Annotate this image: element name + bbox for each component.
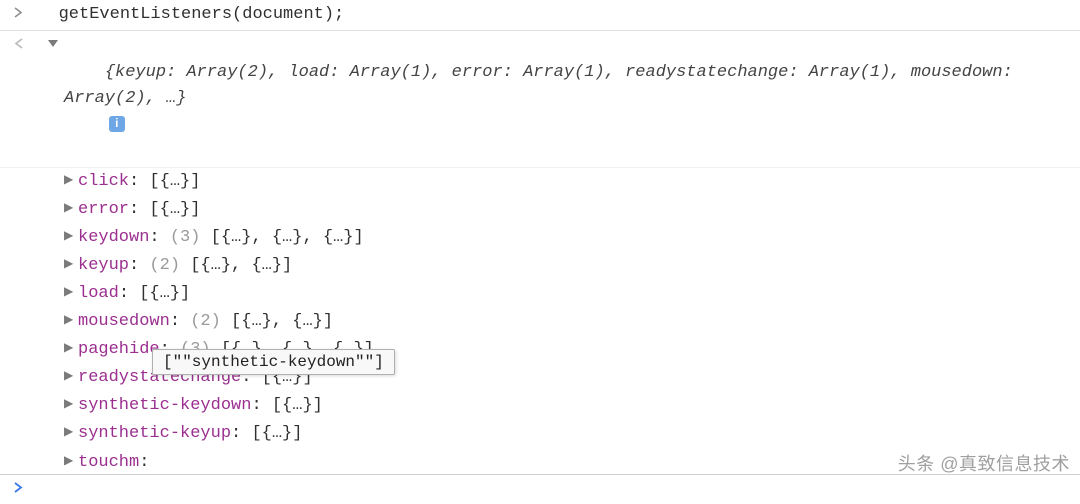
console-input-text: getEventListeners(document);: [28, 2, 1080, 28]
triangle-down-icon: [48, 40, 58, 47]
property-row[interactable]: ▶error: [{…}]: [64, 196, 1080, 224]
triangle-right-icon[interactable]: ▶: [64, 252, 78, 275]
info-badge-icon[interactable]: i: [109, 116, 125, 132]
triangle-right-icon[interactable]: ▶: [64, 308, 78, 331]
triangle-right-icon[interactable]: ▶: [64, 280, 78, 303]
property-row[interactable]: ▶synthetic-keyup: [{…}]: [64, 420, 1080, 448]
property-kv: touchm:: [78, 449, 160, 477]
object-properties-tree: ▶click: [{…}]▶error: [{…}]▶keydown: (3) …: [0, 168, 1080, 504]
console-input-row: getEventListeners(document);: [0, 0, 1080, 30]
prompt-chevron-icon: [8, 480, 28, 499]
property-row[interactable]: ▶synthetic-keydown: [{…}]: [64, 392, 1080, 420]
property-row[interactable]: ▶load: [{…}]: [64, 280, 1080, 308]
property-row[interactable]: ▶keydown: (3) [{…}, {…}, {…}]: [64, 224, 1080, 252]
property-kv: click: [{…}]: [78, 168, 200, 196]
triangle-right-icon[interactable]: ▶: [64, 196, 78, 219]
property-kv: synthetic-keydown: [{…}]: [78, 392, 323, 420]
triangle-right-icon[interactable]: ▶: [64, 224, 78, 247]
property-row[interactable]: ▶mousedown: (2) [{…}, {…}]: [64, 308, 1080, 336]
property-kv: error: [{…}]: [78, 196, 200, 224]
property-kv: load: [{…}]: [78, 280, 190, 308]
triangle-right-icon[interactable]: ▶: [64, 449, 78, 472]
output-summary[interactable]: {keyup: Array(2), load: Array(1), error:…: [64, 33, 1080, 165]
triangle-right-icon[interactable]: ▶: [64, 168, 78, 191]
property-kv: keydown: (3) [{…}, {…}, {…}]: [78, 224, 364, 252]
triangle-right-icon[interactable]: ▶: [64, 336, 78, 359]
property-kv: mousedown: (2) [{…}, {…}]: [78, 308, 333, 336]
console-prompt-row[interactable]: [0, 474, 1080, 504]
property-kv: synthetic-keyup: [{…}]: [78, 420, 302, 448]
property-row[interactable]: ▶touchm:: [64, 449, 1080, 477]
property-row[interactable]: ▶keyup: (2) [{…}, {…}]: [64, 252, 1080, 280]
triangle-right-icon[interactable]: ▶: [64, 364, 78, 387]
hover-tooltip: [""synthetic-keydown""]: [152, 349, 395, 375]
output-chevron-icon: [8, 33, 28, 56]
property-row[interactable]: ▶click: [{…}]: [64, 168, 1080, 196]
triangle-right-icon[interactable]: ▶: [64, 392, 78, 415]
console-output-row[interactable]: {keyup: Array(2), load: Array(1), error:…: [0, 30, 1080, 168]
property-kv: keyup: (2) [{…}, {…}]: [78, 252, 292, 280]
console-prompt-input[interactable]: [28, 479, 1080, 500]
input-chevron-icon: [8, 2, 28, 25]
triangle-right-icon[interactable]: ▶: [64, 420, 78, 443]
object-expand-toggle[interactable]: [28, 33, 64, 47]
